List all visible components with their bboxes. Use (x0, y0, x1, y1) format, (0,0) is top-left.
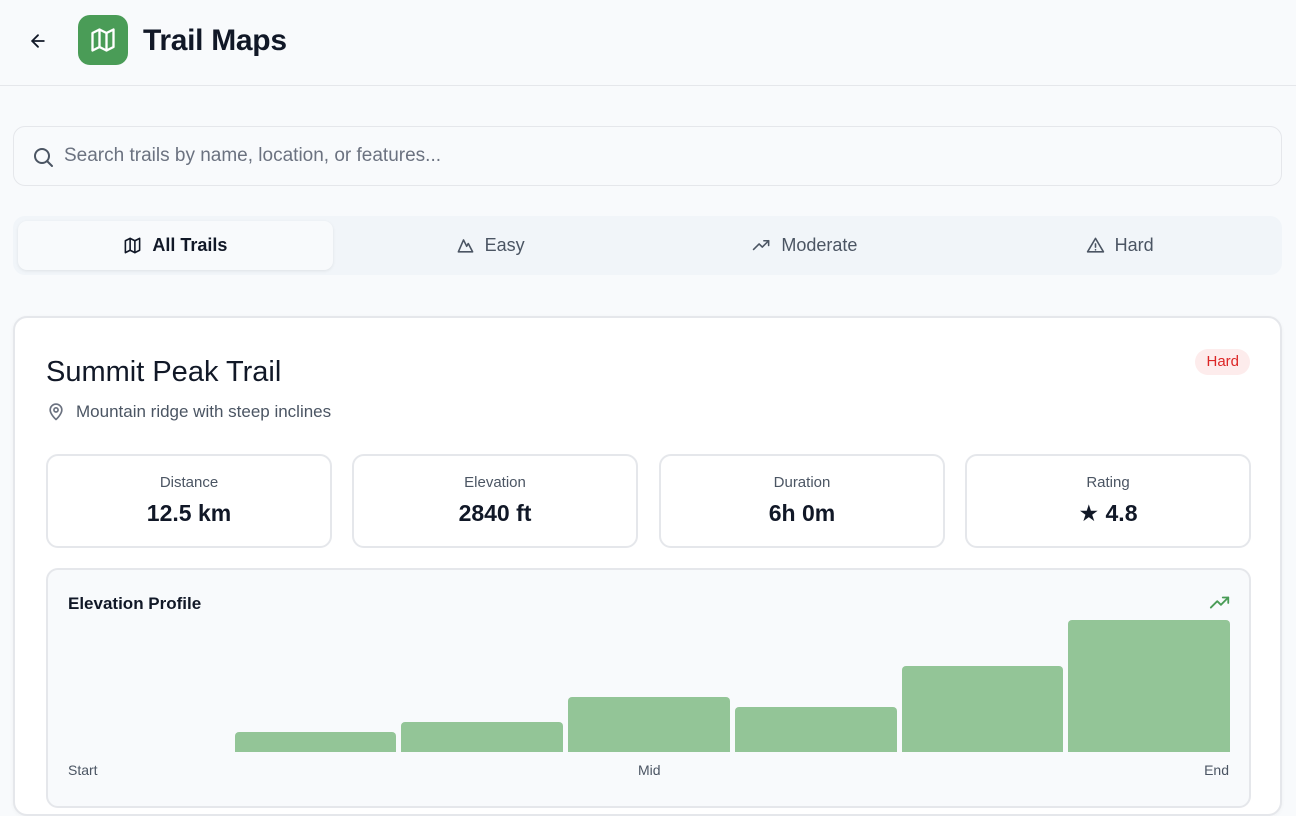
mountain-icon (457, 239, 474, 253)
trending-up-icon (1209, 596, 1230, 609)
x-label-end: End (1204, 762, 1229, 778)
stat-value: 6h 0m (768, 500, 836, 526)
elevation-bar (1068, 620, 1230, 752)
tab-moderate[interactable]: Moderate (648, 221, 963, 270)
trail-card[interactable]: Summit Peak Trail Hard Mountain ridge wi… (13, 316, 1282, 816)
map-pin-icon (49, 403, 63, 421)
stat-value: 12.5 km (146, 500, 232, 526)
location-text: Mountain ridge with steep inclines (76, 402, 332, 421)
tab-all-trails[interactable]: All Trails (18, 221, 333, 270)
back-button[interactable] (24, 27, 52, 55)
trail-name: Summit Peak Trail (46, 356, 282, 388)
stat-label: Rating (1086, 474, 1130, 491)
map-icon (124, 237, 141, 254)
search-input[interactable] (64, 127, 1264, 185)
page-title: Trail Maps (143, 24, 287, 57)
stat-value: ★ 4.8 (1078, 500, 1138, 526)
elevation-profile-title: Elevation Profile (68, 594, 202, 613)
stat-duration: Duration 6h 0m (659, 454, 945, 548)
stat-distance: Distance 12.5 km (46, 454, 332, 548)
difficulty-tabs: All Trails Easy Moderate Hard (13, 216, 1282, 275)
arrow-left-icon (31, 34, 45, 48)
tab-hard[interactable]: Hard (962, 221, 1277, 270)
stat-label: Duration (773, 474, 831, 491)
elevation-bar (401, 722, 564, 752)
trail-location: Mountain ridge with steep inclines (46, 402, 331, 422)
stat-value: 2840 ft (458, 500, 532, 526)
difficulty-badge: Hard (1195, 349, 1250, 375)
stat-label: Elevation (464, 474, 526, 491)
elevation-profile: Elevation Profile Start Mid End (46, 568, 1251, 808)
alert-triangle-icon (1086, 237, 1104, 253)
stat-elevation: Elevation 2840 ft (352, 454, 638, 548)
stat-rating: Rating ★ 4.8 (965, 454, 1251, 548)
elevation-bar (234, 732, 397, 752)
tab-label: Moderate (781, 235, 858, 255)
tab-label: Hard (1114, 235, 1154, 255)
app-header: Trail Maps (0, 0, 1296, 86)
search-icon (34, 148, 53, 167)
trending-up-icon (753, 239, 770, 251)
app-logo (78, 15, 128, 65)
x-label-mid: Mid (638, 762, 661, 778)
x-label-start: Start (68, 762, 98, 778)
tab-easy[interactable]: Easy (333, 221, 648, 270)
elevation-bar (734, 707, 897, 752)
tab-label: Easy (484, 235, 525, 255)
elevation-chart (68, 620, 1230, 752)
map-icon (91, 28, 115, 52)
tab-label: All Trails (152, 235, 228, 255)
search-bar (13, 126, 1282, 186)
elevation-bar (568, 697, 730, 752)
elevation-bar (901, 666, 1064, 752)
stat-label: Distance (159, 474, 219, 491)
